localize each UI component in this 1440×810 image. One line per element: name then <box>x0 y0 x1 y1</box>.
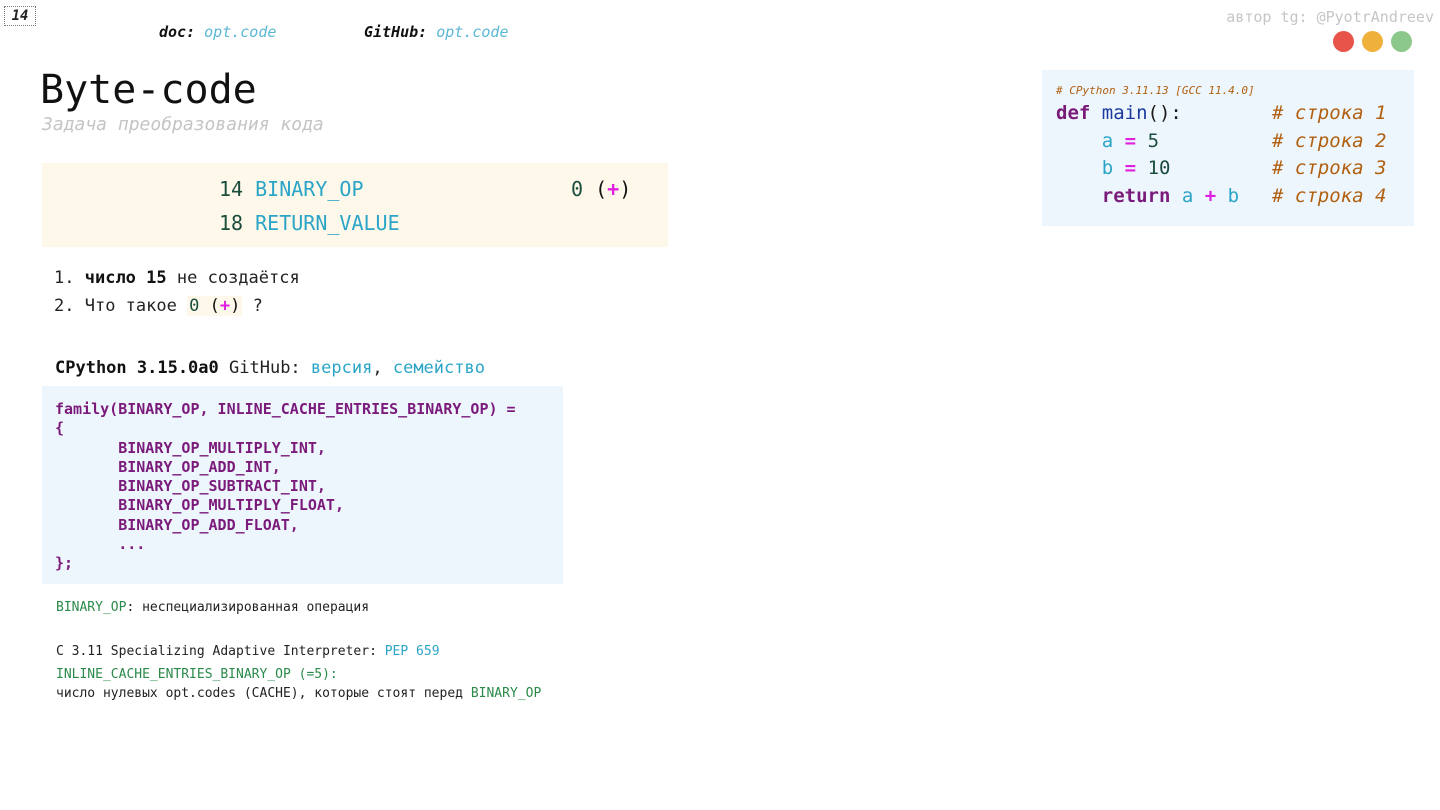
bytecode-opname: BINARY_OP <box>255 177 364 201</box>
bytecode-offset: 18 <box>219 211 244 235</box>
bytecode-row: 14 BINARY_OP <box>219 177 364 201</box>
source-line: return a + b # строка 4 <box>1101 185 1387 207</box>
bytecode-offset: 14 <box>219 177 244 201</box>
page-title: Byte-code <box>40 67 257 113</box>
source-line: def main(): # строка 1 <box>1056 102 1387 124</box>
points-list: 1. число 15 не создаётся 2. Что такое 0 … <box>54 264 300 320</box>
doc-link[interactable]: opt.code <box>204 23 276 41</box>
family-link[interactable]: семейство <box>393 358 485 378</box>
doc-link-group: doc: opt.code <box>159 23 276 41</box>
github-link-group: GitHub: opt.code <box>364 23 509 41</box>
list-item: 2. Что такое 0 (+) ? <box>54 296 263 316</box>
bytecode-arg: 0 (+) <box>571 177 632 201</box>
author-credit: автор tg: @PyotrAndreev <box>1226 8 1434 26</box>
source-comment: # CPython 3.11.13 [GCC 11.4.0] <box>1056 84 1255 97</box>
github-label: GitHub: <box>364 23 428 41</box>
green-dot-icon <box>1391 31 1412 52</box>
binary-op-note: BINARY_OP: неспециализированная операция <box>56 600 370 615</box>
bytecode-row: 18 RETURN_VALUE <box>219 211 400 235</box>
family-code-block: family(BINARY_OP, INLINE_CACHE_ENTRIES_B… <box>42 386 563 584</box>
family-code: family(BINARY_OP, INLINE_CACHE_ENTRIES_B… <box>55 400 516 573</box>
yellow-dot-icon <box>1362 31 1383 52</box>
doc-label: doc: <box>159 23 196 41</box>
slide-number: 14 <box>4 6 36 26</box>
source-line: a = 5 # строка 2 <box>1101 130 1387 152</box>
bytecode-panel: 14 BINARY_OP 0 (+) 18 RETURN_VALUE <box>42 163 668 247</box>
source-line: b = 10 # строка 3 <box>1101 157 1387 179</box>
inline-code: 0 (+) <box>187 296 243 316</box>
page-subtitle: Задача преобразования кода <box>42 114 324 135</box>
inline-cache-note: INLINE_CACHE_ENTRIES_BINARY_OP (=5): <box>56 667 338 682</box>
pep-link[interactable]: PEP 659 <box>385 644 440 659</box>
zero-codes-note: число нулевых opt.codes (CACHE), которые… <box>56 686 542 701</box>
bytecode-opname: RETURN_VALUE <box>255 211 400 235</box>
list-item: 1. число 15 не создаётся <box>54 268 300 288</box>
github-link[interactable]: opt.code <box>436 23 508 41</box>
spec-note: C 3.11 Specializing Adaptive Interpreter… <box>56 644 440 659</box>
version-link[interactable]: версия <box>311 358 372 378</box>
cpython-heading: CPython 3.15.0a0 GitHub: версия, семейст… <box>55 358 485 378</box>
source-code-panel: # CPython 3.11.13 [GCC 11.4.0] def main(… <box>1042 70 1414 226</box>
red-dot-icon <box>1333 31 1354 52</box>
